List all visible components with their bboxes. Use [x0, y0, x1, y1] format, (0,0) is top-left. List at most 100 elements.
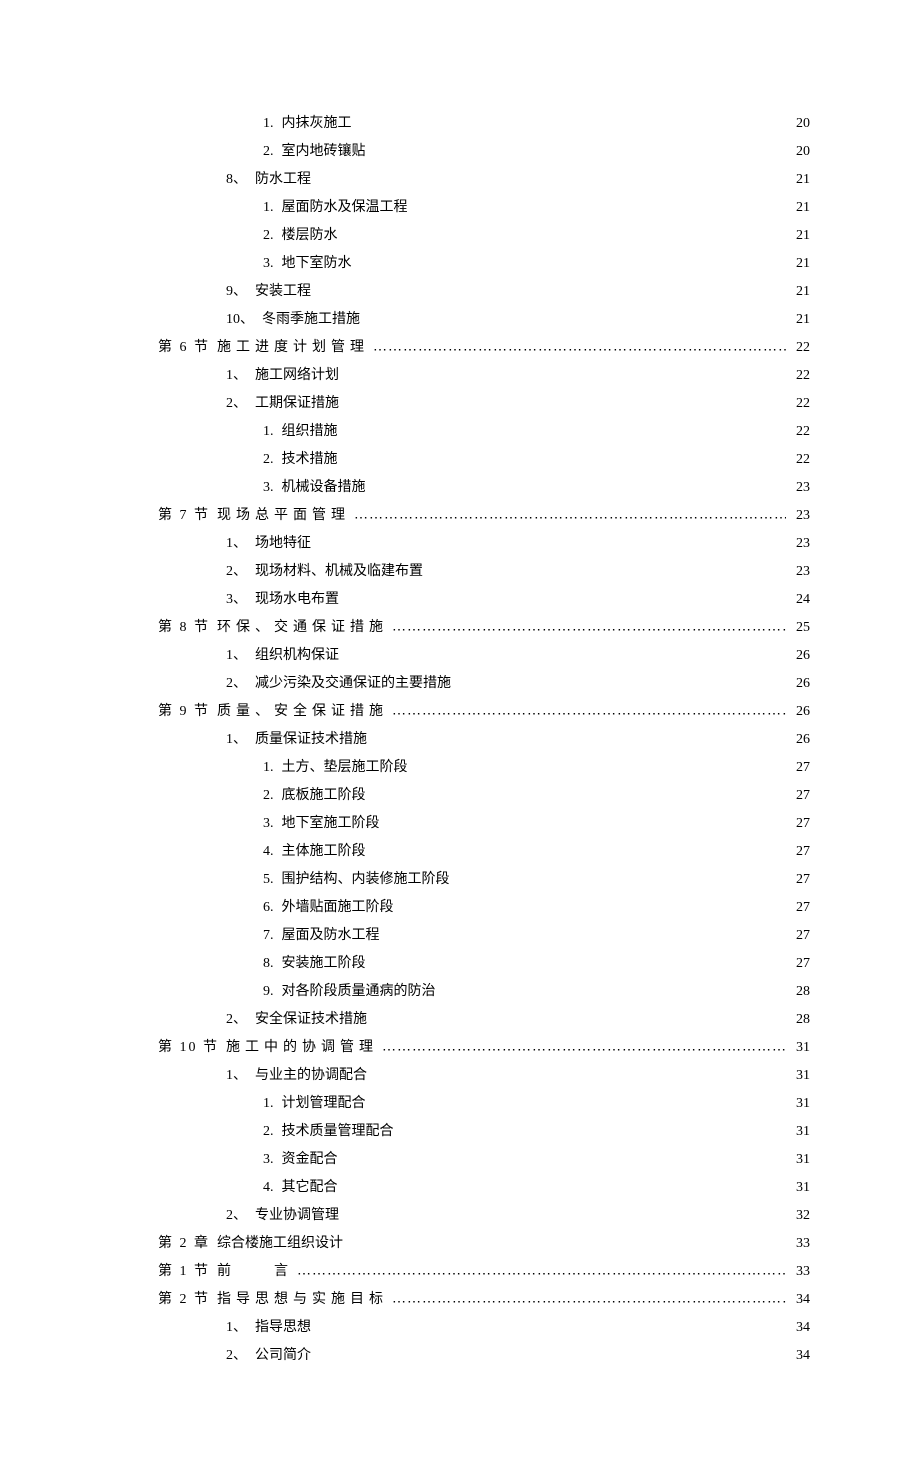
- toc-page-number: 20: [790, 110, 810, 138]
- toc-title: 外墙贴面施工阶段: [282, 894, 394, 922]
- toc-leader: [423, 561, 790, 575]
- toc-leader: [366, 141, 791, 155]
- toc-item-number: 8、: [226, 166, 247, 194]
- toc-entry: 第 10 节 施工中的协调管理31: [158, 1034, 810, 1062]
- toc-title: 组织措施: [282, 418, 338, 446]
- toc-leader: [311, 533, 790, 547]
- toc-page-number: 21: [790, 166, 810, 194]
- toc-page-number: 31: [790, 1146, 810, 1174]
- toc-page-number: 31: [790, 1090, 810, 1118]
- toc-item-number: 3.: [263, 1146, 274, 1174]
- toc-title: 工期保证措施: [255, 390, 339, 418]
- toc-item-number: 4.: [263, 1174, 274, 1202]
- toc-item-number: 3、: [226, 586, 247, 614]
- toc-item-number: 1.: [263, 418, 274, 446]
- toc-page-number: 21: [790, 278, 810, 306]
- toc-entry: 3. 地下室防水 21: [158, 250, 810, 278]
- toc-title: 与业主的协调配合: [255, 1062, 367, 1090]
- toc-page-number: 34: [790, 1314, 810, 1342]
- toc-entry: 1、与业主的协调配合31: [158, 1062, 810, 1090]
- toc-title: 屋面及防水工程: [282, 922, 380, 950]
- toc-title: 场地特征: [255, 530, 311, 558]
- toc-page-number: 27: [790, 810, 810, 838]
- toc-leader: [408, 197, 791, 211]
- toc-title: 对各阶段质量通病的防治: [282, 978, 436, 1006]
- toc-section-label: 第 2 章: [158, 1230, 210, 1258]
- toc-page-number: 27: [790, 866, 810, 894]
- toc-page-number: 25: [790, 614, 810, 642]
- toc-leader: [388, 701, 790, 715]
- toc-page-number: 34: [790, 1286, 810, 1314]
- toc-leader: [311, 1345, 790, 1359]
- toc-item-number: 9、: [226, 278, 247, 306]
- toc-title: 内抹灰施工: [282, 110, 352, 138]
- toc-entry: 2.楼层防水21: [158, 222, 810, 250]
- toc-leader: [451, 673, 790, 687]
- toc-entry: 8、防水工程21: [158, 166, 810, 194]
- toc-section-label: 第 2 节: [158, 1286, 210, 1314]
- toc-item-number: 2、: [226, 670, 247, 698]
- toc-title: 施工中的协调管理: [226, 1034, 378, 1062]
- toc-entry: 2、安全保证技术措施28: [158, 1006, 810, 1034]
- toc-entry: 9、安装工程21: [158, 278, 810, 306]
- toc-page-number: 34: [790, 1342, 810, 1370]
- toc-item-number: 2.: [263, 782, 274, 810]
- toc-page-number: 24: [790, 586, 810, 614]
- toc-section-label: 第 10 节: [158, 1034, 219, 1062]
- toc-leader: [408, 757, 791, 771]
- toc-leader: [369, 337, 790, 351]
- toc-item-number: 1、: [226, 726, 247, 754]
- toc-page-number: 26: [790, 642, 810, 670]
- toc-section-label: 第 1 节: [158, 1258, 210, 1286]
- toc-entry: 2.室内地砖镶贴20: [158, 138, 810, 166]
- toc-title: 公司简介: [255, 1342, 311, 1370]
- toc-leader: [352, 253, 791, 267]
- toc-title: 机械设备措施: [282, 474, 366, 502]
- toc-item-number: 1.: [263, 754, 274, 782]
- toc-item-number: 3.: [263, 250, 274, 278]
- toc-page-number: 32: [790, 1202, 810, 1230]
- toc-leader: [311, 1317, 790, 1331]
- toc-title: 安全保证技术措施: [255, 1006, 367, 1034]
- toc-page-number: 27: [790, 838, 810, 866]
- toc-title: 计划管理配合: [282, 1090, 366, 1118]
- toc-entry: 2、公司简介 34: [158, 1342, 810, 1370]
- toc-title: 楼层防水: [282, 222, 338, 250]
- toc-item-number: 2.: [263, 222, 274, 250]
- toc-title: 地下室施工阶段: [282, 810, 380, 838]
- toc-item-number: 2、: [226, 1342, 247, 1370]
- toc-leader: [366, 477, 791, 491]
- toc-item-number: 2.: [263, 138, 274, 166]
- toc-item-number: 7.: [263, 922, 274, 950]
- toc-entry: 2、工期保证措施22: [158, 390, 810, 418]
- toc-section-label: 第 8 节: [158, 614, 210, 642]
- toc-item-number: 5.: [263, 866, 274, 894]
- toc-entry: 2.技术质量管理配合31: [158, 1118, 810, 1146]
- toc-page-number: 27: [790, 922, 810, 950]
- toc-leader: [339, 365, 790, 379]
- toc-entry: 3.地下室施工阶段27: [158, 810, 810, 838]
- toc-entry: 1.组织措施22: [158, 418, 810, 446]
- toc-section-label: 第 7 节: [158, 502, 210, 530]
- toc-page-number: 21: [790, 306, 810, 334]
- toc-container: 1. 内抹灰施工 202.室内地砖镶贴208、防水工程21 1. 屋面防水及保温工程 21…: [158, 110, 810, 1370]
- toc-item-number: 2.: [263, 1118, 274, 1146]
- toc-item-number: 2、: [226, 558, 247, 586]
- toc-page-number: 26: [790, 726, 810, 754]
- toc-title: 底板施工阶段: [282, 782, 366, 810]
- toc-title: 屋面防水及保温工程: [282, 194, 408, 222]
- toc-item-number: 2.: [263, 446, 274, 474]
- toc-item-number: 2、: [226, 1006, 247, 1034]
- toc-title: 安装施工阶段: [282, 950, 366, 978]
- toc-entry: 1、组织机构保证26: [158, 642, 810, 670]
- toc-title: 施工进度计划管理: [217, 334, 369, 362]
- toc-item-number: 2、: [226, 1202, 247, 1230]
- toc-title: 地下室防水: [282, 250, 352, 278]
- toc-page: 1. 内抹灰施工 202.室内地砖镶贴208、防水工程21 1. 屋面防水及保温工程 21…: [0, 0, 920, 1470]
- toc-title: 指导思想: [255, 1314, 311, 1342]
- toc-entry: 1.计划管理配合31: [158, 1090, 810, 1118]
- toc-leader: [388, 1289, 790, 1303]
- toc-page-number: 21: [790, 250, 810, 278]
- toc-leader: [343, 1233, 790, 1247]
- toc-item-number: 3.: [263, 474, 274, 502]
